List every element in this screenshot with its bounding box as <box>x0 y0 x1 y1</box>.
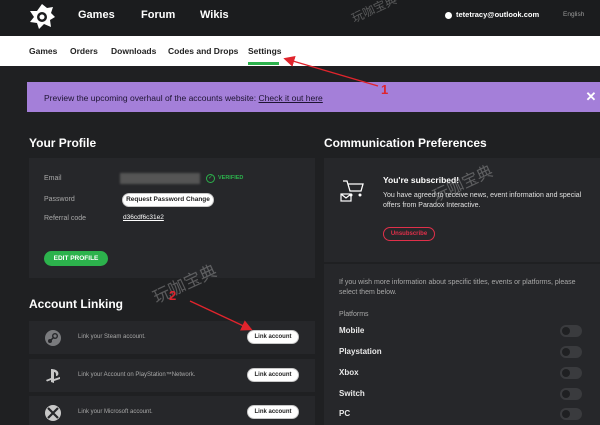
request-password-change-button[interactable]: Request Password Change <box>122 193 214 207</box>
user-avatar-icon[interactable] <box>445 12 452 19</box>
toggle-mobile[interactable] <box>560 325 582 337</box>
toggle-switch[interactable] <box>560 388 582 400</box>
paradox-logo-icon[interactable] <box>27 2 57 32</box>
subscribed-description: You have agreed to receive news, event i… <box>383 192 582 209</box>
active-tab-indicator <box>248 62 279 65</box>
toggle-playstation[interactable] <box>560 346 582 358</box>
platform-switch: Switch <box>339 389 365 398</box>
link-microsoft-text: Link your Microsoft account. <box>78 409 153 415</box>
account-linking-title: Account Linking <box>29 297 123 311</box>
steam-icon <box>45 330 61 346</box>
user-email[interactable]: tetetracy@outlook.com <box>456 10 539 19</box>
email-label: Email <box>44 175 62 182</box>
edit-profile-button[interactable]: EDIT PROFILE <box>44 251 108 266</box>
close-icon[interactable]: ✕ <box>582 88 600 106</box>
platform-pc: PC <box>339 409 351 418</box>
toggle-xbox[interactable] <box>560 367 582 379</box>
referral-label: Referral code <box>44 215 87 222</box>
top-bar: Games Forum Wikis tetetracy@outlook.com … <box>0 0 600 36</box>
xbox-icon <box>45 405 61 421</box>
annotation-number-2: 2 <box>169 288 177 303</box>
playstation-icon <box>46 369 60 383</box>
newsletter-cart-icon <box>340 180 364 202</box>
more-info-text: If you wish more information about speci… <box>339 279 576 296</box>
banner-text: Preview the upcoming overhaul of the acc… <box>44 93 323 103</box>
platform-mobile: Mobile <box>339 326 365 335</box>
annotation-number-1: 1 <box>381 82 389 97</box>
platform-xbox: Xbox <box>339 368 359 377</box>
link-steam-text: Link your Steam account. <box>78 334 146 340</box>
preview-banner: Preview the upcoming overhaul of the acc… <box>27 82 600 112</box>
tab-orders[interactable]: Orders <box>70 46 98 56</box>
tab-games[interactable]: Games <box>29 46 57 56</box>
tab-codes-and-drops[interactable]: Codes and Drops <box>168 46 238 56</box>
banner-link[interactable]: Check it out here <box>259 93 323 103</box>
password-label: Password <box>44 196 75 203</box>
email-value-masked <box>120 173 200 184</box>
unsubscribe-button[interactable]: Unsubscribe <box>383 227 435 241</box>
link-playstation-button[interactable]: Link account <box>247 368 299 382</box>
profile-title: Your Profile <box>29 136 97 150</box>
link-row-microsoft: Link your Microsoft account. Link accoun… <box>29 396 315 425</box>
link-steam-button[interactable]: Link account <box>247 330 299 344</box>
nav-forum[interactable]: Forum <box>141 9 175 21</box>
toggle-pc[interactable] <box>560 408 582 420</box>
check-icon: ✓ <box>206 174 215 183</box>
nav-games[interactable]: Games <box>78 9 115 21</box>
account-subnav: Games Orders Downloads Codes and Drops S… <box>0 36 600 66</box>
link-microsoft-button[interactable]: Link account <box>247 405 299 419</box>
link-row-playstation: Link your Account on PlayStation™Network… <box>29 359 315 392</box>
platform-playstation: Playstation <box>339 347 382 356</box>
tab-downloads[interactable]: Downloads <box>111 46 156 56</box>
verified-badge: VERIFIED <box>218 175 244 181</box>
tab-settings[interactable]: Settings <box>248 46 282 56</box>
link-playstation-text: Link your Account on PlayStation™Network… <box>78 372 196 378</box>
nav-wikis[interactable]: Wikis <box>200 9 229 21</box>
language-selector[interactable]: English <box>563 11 584 18</box>
referral-code[interactable]: d36cdf6c31e2 <box>123 214 164 221</box>
link-row-steam: Link your Steam account. Link account <box>29 321 315 354</box>
platforms-label: Platforms <box>339 311 369 318</box>
communication-title: Communication Preferences <box>324 136 487 150</box>
